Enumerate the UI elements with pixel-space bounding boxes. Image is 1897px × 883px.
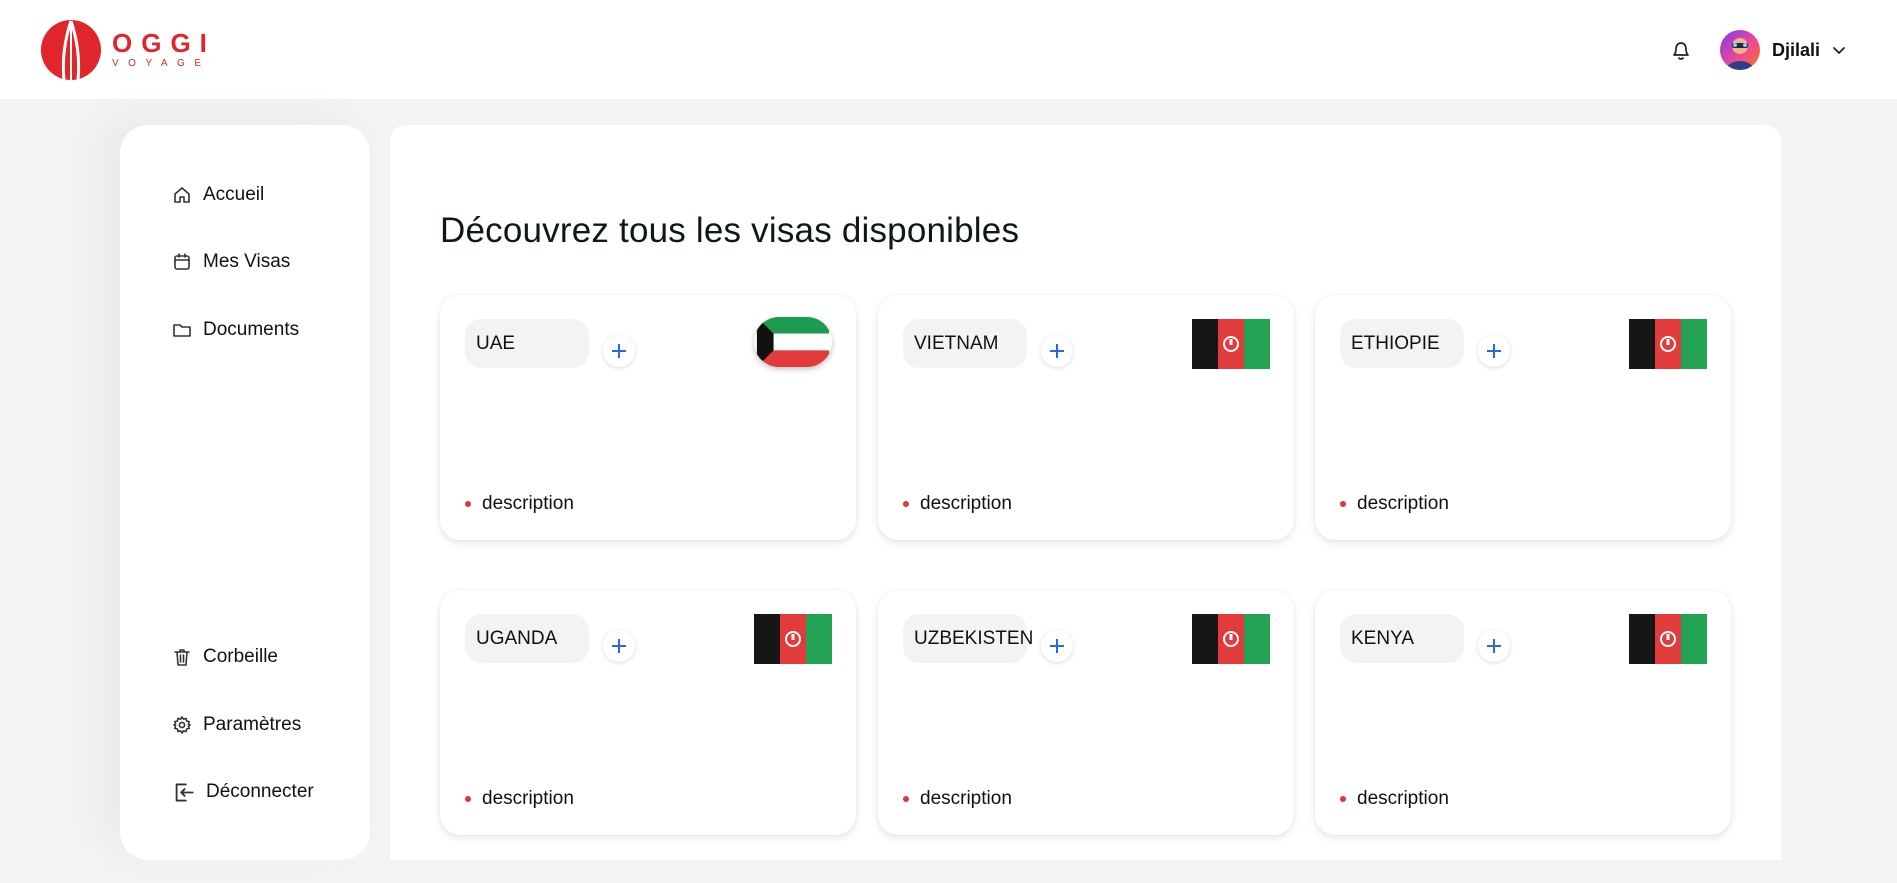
country-label: UAE — [465, 319, 589, 368]
add-button[interactable] — [1478, 335, 1510, 367]
bullet-dot — [903, 501, 909, 507]
sidebar-item-corbeille[interactable]: Corbeille — [172, 642, 278, 672]
chevron-down-icon[interactable] — [1832, 45, 1846, 55]
card-description: description — [903, 788, 1012, 810]
bullet-dot — [903, 796, 909, 802]
visa-card[interactable]: UZBEKISTEN description — [878, 590, 1294, 835]
afghanistan-flag-icon — [1629, 614, 1707, 664]
sidebar-item-label: Paramètres — [203, 714, 302, 735]
visa-card[interactable]: ETHIOPIE description — [1315, 295, 1731, 540]
gear-icon — [173, 716, 191, 734]
sidebar-item-label: Accueil — [203, 184, 265, 205]
sidebar-item-label: Corbeille — [203, 646, 278, 667]
sidebar-item-accueil[interactable]: Accueil — [172, 180, 264, 210]
sidebar-item-mes-visas[interactable]: Mes Visas — [172, 247, 290, 277]
country-label: ETHIOPIE — [1340, 319, 1464, 368]
country-label: VIETNAM — [903, 319, 1027, 368]
card-description: description — [465, 788, 574, 810]
calendar-icon — [174, 253, 190, 270]
add-button[interactable] — [1041, 630, 1073, 662]
sidebar-item-label: Mes Visas — [203, 251, 291, 272]
add-button[interactable] — [1041, 335, 1073, 367]
visa-card[interactable]: UAE description — [440, 295, 856, 540]
sidebar-item-label: Documents — [203, 319, 300, 340]
add-button[interactable] — [1478, 630, 1510, 662]
plus-icon — [612, 639, 626, 653]
main-content: Découvrez tous les visas disponibles UAE… — [390, 125, 1781, 860]
sidebar-item-parametres[interactable]: Paramètres — [172, 710, 301, 740]
add-button[interactable] — [603, 630, 635, 662]
trash-icon — [174, 649, 190, 666]
plus-icon — [1050, 344, 1064, 358]
user-name: Djilali — [1772, 39, 1821, 60]
afghanistan-flag-icon — [1629, 319, 1707, 369]
logo-mark-icon — [41, 20, 101, 81]
plus-icon — [1487, 344, 1501, 358]
top-bar: OGGI VOYAGE Djilali — [0, 0, 1897, 99]
country-label: UZBEKISTEN — [903, 614, 1033, 663]
description-text: description — [920, 493, 1012, 514]
user-menu[interactable]: Djilali — [1720, 29, 1846, 71]
avatar-image-icon — [1726, 38, 1754, 70]
brand-name: OGGI — [112, 28, 216, 58]
description-text: description — [482, 788, 574, 809]
card-description: description — [1340, 493, 1449, 515]
sidebar-item-deconnecter[interactable]: Déconnecter — [172, 777, 314, 807]
logout-icon — [175, 783, 194, 801]
visa-card[interactable]: UGANDA description — [440, 590, 856, 835]
afghanistan-flag-icon — [1192, 319, 1270, 369]
description-text: description — [1357, 788, 1449, 809]
avatar[interactable] — [1720, 30, 1760, 70]
afghanistan-flag-icon — [754, 614, 832, 664]
bell-icon[interactable] — [1670, 38, 1692, 62]
bullet-dot — [1340, 796, 1346, 802]
card-description: description — [1340, 788, 1449, 810]
sidebar-item-label: Déconnecter — [206, 781, 314, 802]
home-icon — [174, 187, 190, 203]
visa-card[interactable]: KENYA description — [1315, 590, 1731, 835]
description-text: description — [482, 493, 574, 514]
visa-card[interactable]: VIETNAM description — [878, 295, 1294, 540]
folder-icon — [173, 324, 191, 337]
bullet-dot — [465, 796, 471, 802]
plus-icon — [1487, 639, 1501, 653]
country-label: UGANDA — [465, 614, 589, 663]
plus-icon — [612, 344, 626, 358]
description-text: description — [920, 788, 1012, 809]
sidebar: Accueil Mes Visas Documents Corbeille Pa… — [120, 125, 370, 860]
afghanistan-flag-icon — [1192, 614, 1270, 664]
plus-icon — [1050, 639, 1064, 653]
brand-logo[interactable]: OGGI VOYAGE — [38, 19, 218, 81]
add-button[interactable] — [603, 335, 635, 367]
description-text: description — [1357, 493, 1449, 514]
page-title: Découvrez tous les visas disponibles — [440, 211, 1020, 250]
bullet-dot — [1340, 501, 1346, 507]
brand-tagline: VOYAGE — [112, 58, 211, 69]
bullet-dot — [465, 501, 471, 507]
country-label: KENYA — [1340, 614, 1464, 663]
sidebar-item-documents[interactable]: Documents — [172, 315, 299, 345]
card-description: description — [903, 493, 1012, 515]
kuwait-flag-icon — [756, 317, 830, 367]
card-description: description — [465, 493, 574, 515]
